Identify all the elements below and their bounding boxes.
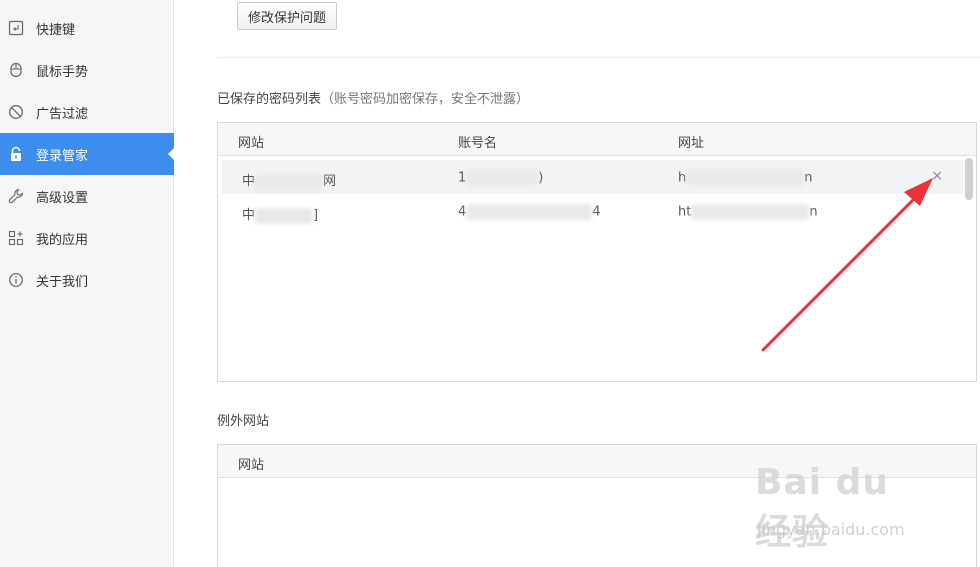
delete-row-button[interactable]: × [931, 168, 943, 184]
watermark-logo: Bai du 经验 jingyan.baidu.com [755, 462, 905, 553]
sidebar-item-label: 快捷键 [36, 22, 76, 38]
lock-icon [8, 146, 24, 162]
exception-sites-title: 例外网站 [217, 414, 270, 429]
table-header: 网站 账号名 网址 [218, 123, 976, 156]
row-site: 中] [242, 207, 319, 224]
row-account: 44 [458, 204, 601, 220]
sidebar-item-label: 关于我们 [36, 274, 89, 290]
saved-passwords-title: 已保存的密码列表（账号密码加密保存，安全不泄露） [217, 92, 530, 107]
sidebar-item-label: 高级设置 [36, 190, 89, 206]
saved-passwords-table: 网站 账号名 网址 中网 1) hn × 中] 44 ht n [217, 122, 977, 382]
table-scrollbar[interactable] [965, 158, 973, 200]
sidebar-item-label: 鼠标手势 [36, 64, 89, 80]
wrench-icon [8, 188, 24, 204]
sidebar-item-login-manager[interactable]: 登录管家 [0, 133, 175, 175]
sidebar-item-about-us[interactable]: 关于我们 [0, 259, 174, 301]
mouse-icon [8, 62, 24, 78]
sidebar: 快捷键 鼠标手势 广告过滤 登录管家 高级设置 我的应用 关于我们 [0, 0, 175, 567]
apps-icon [8, 230, 24, 246]
sidebar-item-ad-filter[interactable]: 广告过滤 [0, 91, 174, 133]
column-header-site: 网站 [238, 458, 265, 473]
info-icon [8, 272, 24, 288]
column-header-site: 网站 [238, 136, 265, 151]
sidebar-item-label: 我的应用 [36, 232, 89, 248]
divider [217, 57, 980, 58]
ban-icon [8, 104, 24, 120]
column-header-account: 账号名 [458, 136, 498, 151]
row-url: hn [678, 170, 813, 186]
table-row[interactable]: 中] 44 ht n [222, 194, 963, 228]
sidebar-item-label: 登录管家 [36, 148, 89, 164]
sidebar-item-advanced-settings[interactable]: 高级设置 [0, 175, 174, 217]
sidebar-item-shortcuts[interactable]: 快捷键 [0, 7, 174, 49]
sidebar-item-mouse-gestures[interactable]: 鼠标手势 [0, 49, 174, 91]
saved-passwords-hint: （账号密码加密保存，安全不泄露） [321, 92, 530, 107]
table-row[interactable]: 中网 1) hn × [222, 160, 963, 194]
modify-security-question-button[interactable]: 修改保护问题 [237, 2, 338, 30]
row-site: 中网 [242, 173, 337, 190]
row-account: 1) [458, 170, 544, 186]
row-url: ht n [678, 204, 818, 220]
column-header-url: 网址 [678, 136, 705, 151]
sidebar-item-label: 广告过滤 [36, 106, 89, 122]
keyboard-icon [8, 20, 24, 36]
sidebar-item-my-apps[interactable]: 我的应用 [0, 217, 174, 259]
